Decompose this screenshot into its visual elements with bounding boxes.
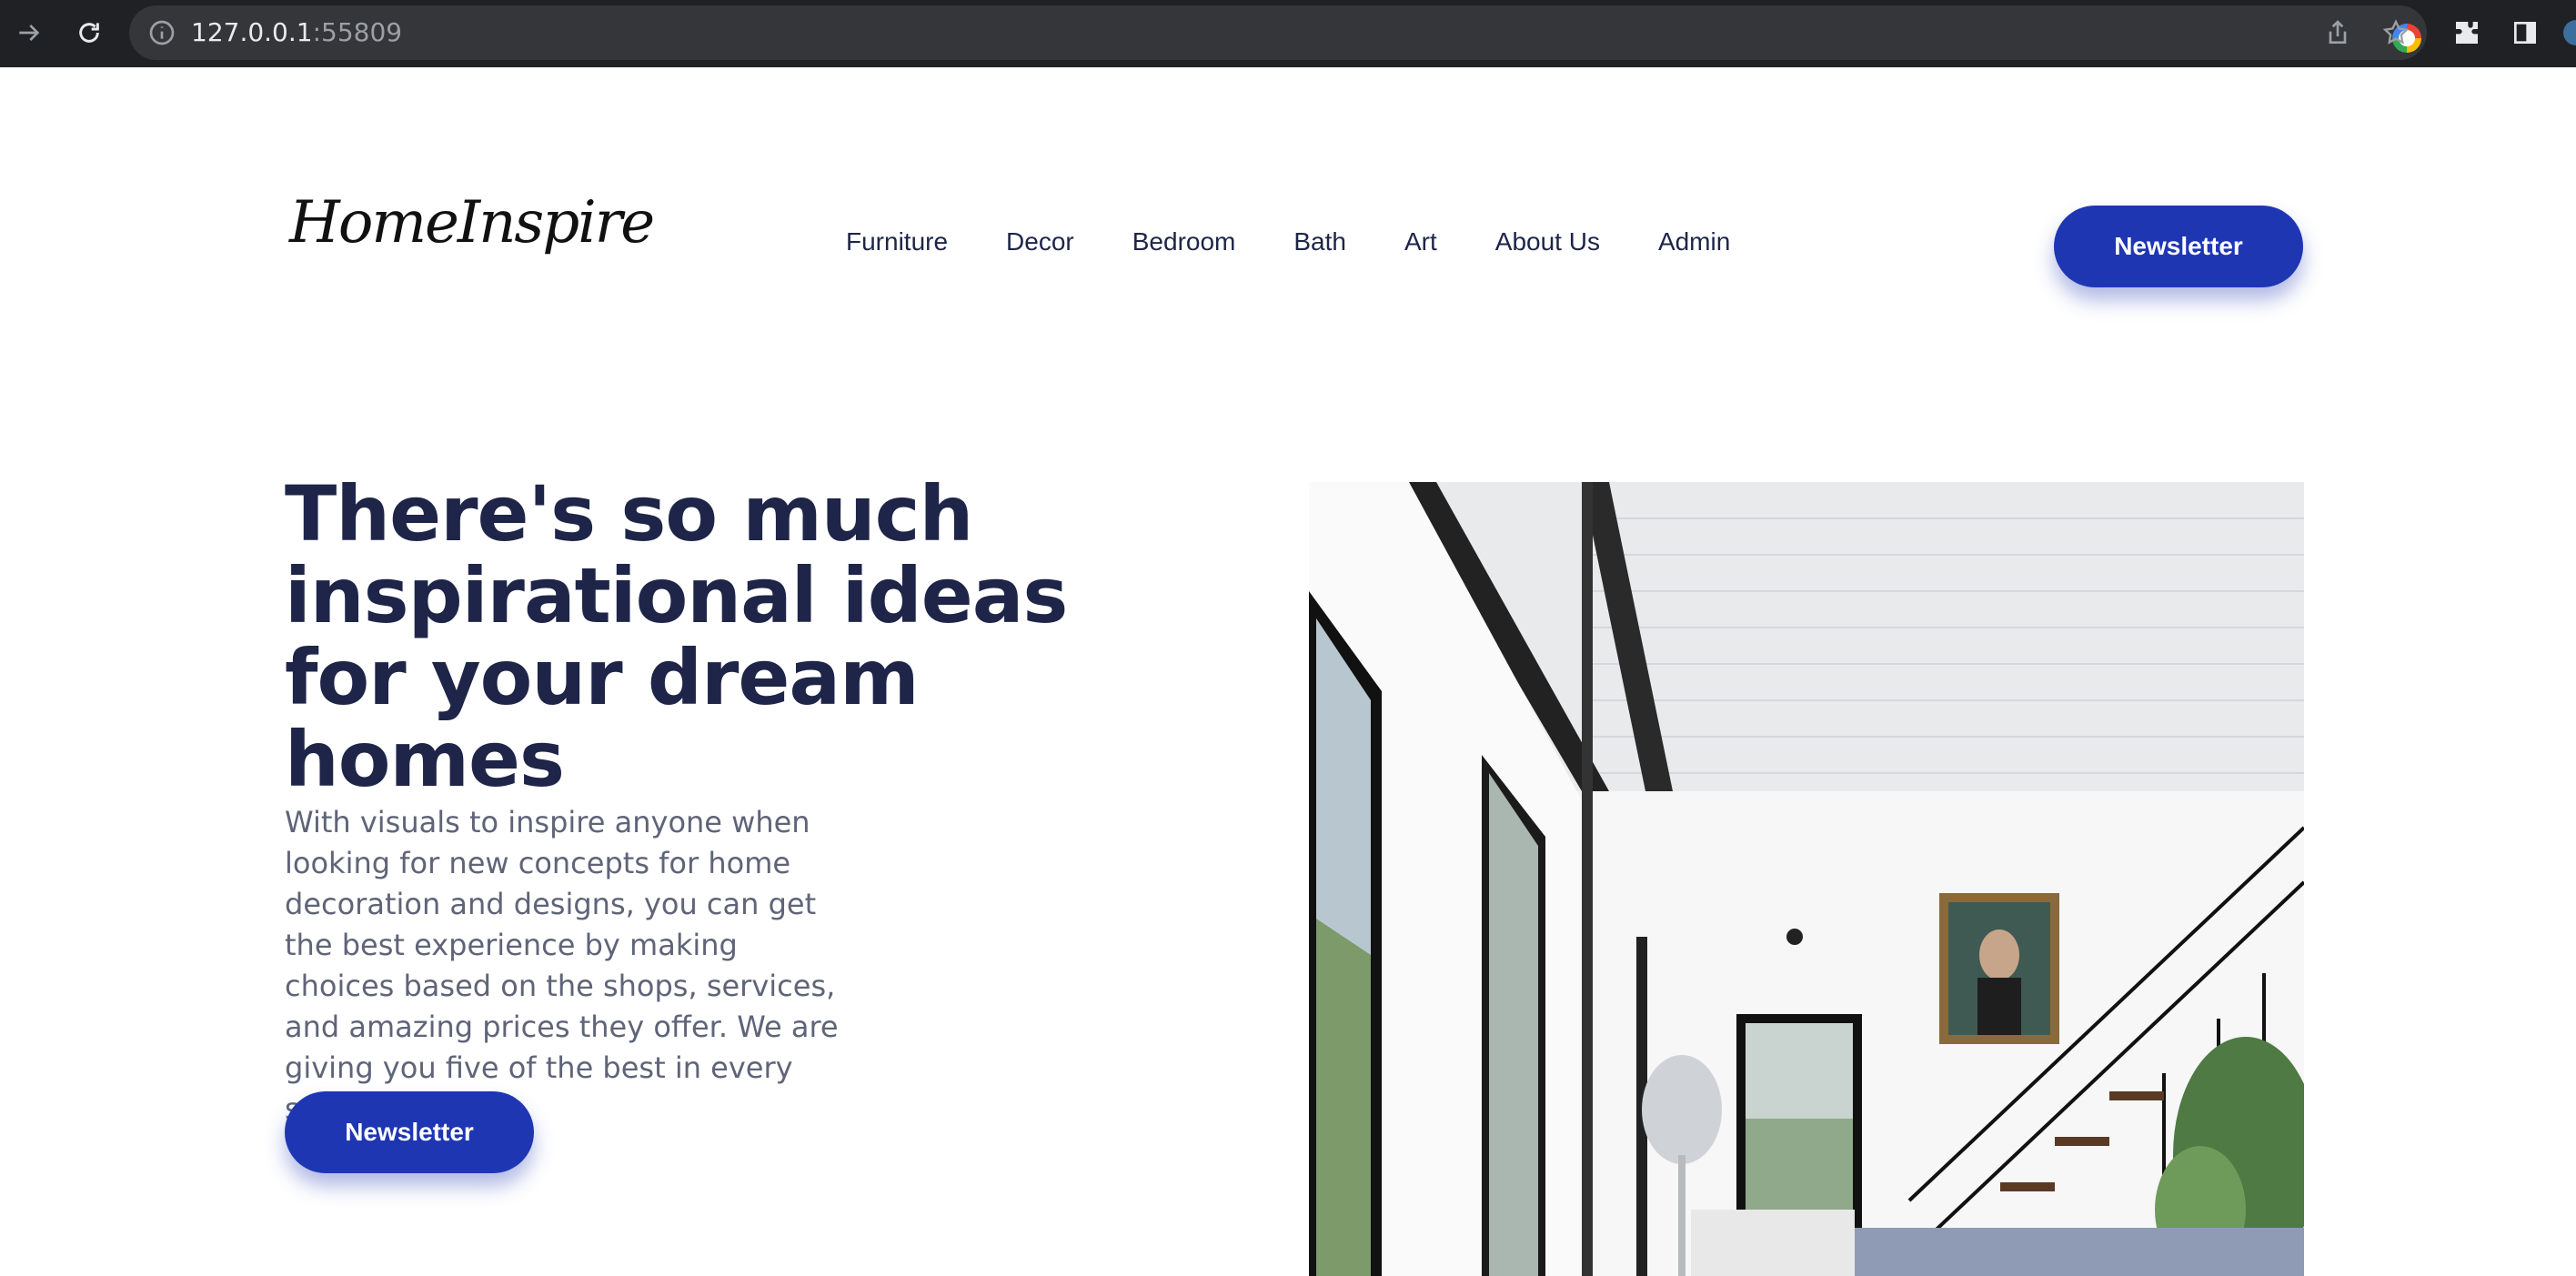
nav-item-decor[interactable]: Decor xyxy=(1006,227,1074,256)
url-port: :55809 xyxy=(312,17,403,47)
profile-avatar[interactable] xyxy=(2563,20,2576,45)
info-icon[interactable] xyxy=(147,18,176,47)
url-text: 127.0.0.1:55809 xyxy=(191,5,402,60)
header-newsletter-button[interactable]: Newsletter xyxy=(2054,206,2303,287)
hero-title: There's so much inspirational ideas for … xyxy=(285,469,1068,804)
nav-item-bedroom[interactable]: Bedroom xyxy=(1132,227,1236,256)
url-host: 127.0.0.1 xyxy=(191,17,313,47)
site-logo[interactable]: HomeInspire xyxy=(289,189,655,256)
nav-item-art[interactable]: Art xyxy=(1404,227,1437,256)
hero-image xyxy=(1309,482,2304,1276)
star-icon[interactable] xyxy=(2376,13,2416,53)
forward-icon[interactable] xyxy=(9,13,49,53)
nav-item-admin[interactable]: Admin xyxy=(1658,227,1730,256)
nav-item-about-us[interactable]: About Us xyxy=(1495,227,1600,256)
browser-toolbar: 127.0.0.1:55809 xyxy=(0,0,2576,67)
hero-description: With visuals to inspire anyone when look… xyxy=(285,805,839,1126)
sidebar-icon[interactable] xyxy=(2505,13,2545,53)
address-bar[interactable]: 127.0.0.1:55809 xyxy=(129,5,2427,60)
extensions-icon[interactable] xyxy=(2447,13,2487,53)
main-nav: Furniture Decor Bedroom Bath Art About U… xyxy=(846,227,1730,256)
nav-item-bath[interactable]: Bath xyxy=(1293,227,1346,256)
share-icon[interactable] xyxy=(2318,13,2358,53)
reload-icon[interactable] xyxy=(69,13,109,53)
hero-newsletter-button[interactable]: Newsletter xyxy=(285,1091,534,1173)
nav-item-furniture[interactable]: Furniture xyxy=(846,227,948,256)
